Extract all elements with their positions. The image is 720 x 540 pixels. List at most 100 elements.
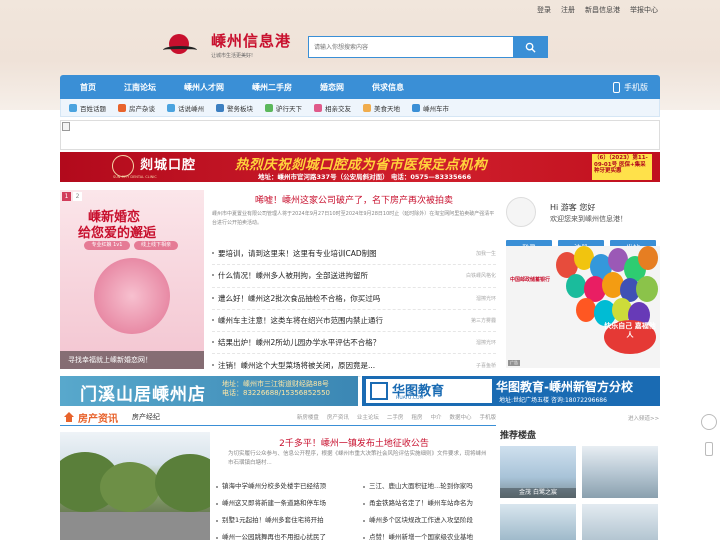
- recommend-title: 推荐楼盘: [500, 431, 537, 441]
- site-logo[interactable]: 嵊州信息港 让城市生活更美好!: [163, 30, 291, 59]
- login-link[interactable]: 登录: [537, 5, 551, 15]
- nav-second-hand-house[interactable]: 嵊州二手房: [238, 82, 306, 93]
- tab-broker[interactable]: 房产经纪: [132, 412, 160, 422]
- floating-toolbar: [698, 414, 720, 456]
- list-item[interactable]: 嵊州多个区块规改工作进入攻坚阶段: [363, 512, 498, 529]
- list-item[interactable]: 嵊州这又即将新建一条道路和停车场: [216, 495, 351, 512]
- broken-image-icon: [62, 122, 70, 131]
- news-row[interactable]: 结果出炉！嵊州2所幼儿园办学水平评估不合格？ 溜擦光环: [212, 332, 496, 355]
- section-link[interactable]: 房产资讯: [327, 413, 349, 421]
- list-item[interactable]: 嵊州一公园跳舞再也不用担心扰民了: [216, 529, 351, 540]
- dental-ad-banner[interactable]: 剡城口腔 SUN CITY DENTAL CLINIC 热烈庆祝剡城口腔成为省市…: [60, 152, 660, 182]
- slider-dot[interactable]: 1: [62, 192, 71, 201]
- bank-slogan: 快乐自己 嘉福他人: [604, 322, 656, 340]
- bike-icon: [265, 103, 273, 112]
- search-input[interactable]: [309, 37, 515, 57]
- huatu-ad-title: 华图教育-嵊州新智方分校: [496, 380, 633, 394]
- register-link[interactable]: 注册: [561, 5, 575, 15]
- news-title[interactable]: 注销！嵊州这个大型菜场将被关闭，原因竟是...: [212, 360, 375, 371]
- section-title[interactable]: 房产资讯: [78, 410, 118, 425]
- news-title[interactable]: 嵊州车主注意！这类车将在绍兴市范围内禁止通行: [212, 315, 383, 326]
- bank-ad[interactable]: 中国邮政储蓄银行 快乐自己 嘉福他人 广告: [506, 246, 660, 368]
- news-row[interactable]: 遭么好！嵊州这2批次食品抽检不合格，你买过吗 溜擦光环: [212, 288, 496, 310]
- property-card[interactable]: [582, 446, 658, 498]
- wechat-icon[interactable]: [701, 414, 717, 430]
- nav-dating[interactable]: 婚恋网: [306, 82, 358, 93]
- property-card[interactable]: [582, 504, 658, 540]
- huatu-logo: 华图教育 HUATU.COM: [366, 379, 492, 403]
- list-item[interactable]: 甬金铁路站名定了！嵊州车站命名为: [363, 495, 498, 512]
- phone-icon[interactable]: [705, 442, 713, 456]
- slider-title-line2: 给您爱的邂逅: [78, 226, 157, 241]
- slider-caption[interactable]: 寻找幸福就上嵊新婚恋网！: [60, 351, 204, 369]
- section-link[interactable]: 数据中心: [449, 413, 471, 421]
- section-link[interactable]: 手机版: [479, 413, 496, 421]
- logo-icon: [163, 32, 205, 58]
- news-title[interactable]: 遭么好！嵊州这2批次食品抽检不合格，你买过吗: [212, 293, 380, 304]
- section-link[interactable]: 中介: [430, 413, 441, 421]
- section-links: 新房楼盘 房产资讯 业主论坛 二手房 租房 中介 数据中心 手机版: [297, 413, 496, 421]
- news-row[interactable]: 嵊州车主注意！这类车将在绍兴市范围内禁止通行 第三方雾霾: [212, 310, 496, 333]
- report-center-link[interactable]: 举报中心: [630, 5, 658, 15]
- search-button[interactable]: [513, 37, 547, 57]
- subnav-item[interactable]: 嵊州车市: [412, 103, 449, 113]
- news-title[interactable]: 结果出炉！嵊州2所幼儿园办学水平评估不合格？: [212, 337, 380, 348]
- bank-name: 中国邮政储蓄银行: [510, 277, 551, 283]
- mobile-version-link[interactable]: 手机版: [613, 81, 660, 93]
- slider-pill: 专业红娘 1v1: [84, 241, 130, 250]
- image-slider[interactable]: 1 2 嵊新婚恋 给您爱的邂逅 专业红娘 1v1 线上线下相亲 寻找幸福就上嵊新…: [60, 190, 204, 369]
- news-summary: 嵊州市中夏置业有限公司管理人将于2024年9月27日10时至2024年9月28日…: [212, 211, 495, 226]
- list-item[interactable]: 点赞！嵊州新增一个国家级农业基地: [363, 529, 498, 540]
- subnav-item[interactable]: 警务板块: [216, 103, 253, 113]
- mobile-phone-icon: [613, 81, 620, 93]
- list-item[interactable]: 三江、鹿山大面积征地...轮到你家吗: [363, 478, 498, 495]
- list-item[interactable]: 别墅1元起拍！嵊州多套住宅将开拍: [216, 512, 351, 529]
- forum-subnav: 百姓话题 房产杂谈 话说嵊州 警务板块 驴行天下 相亲交友 美食天地 嵊州车市: [60, 99, 660, 117]
- news-headline[interactable]: 唏嘘！嵊州这家公司破产了，名下房产再次被拍卖: [212, 193, 496, 206]
- ad-label: 广告: [508, 360, 520, 366]
- news-title[interactable]: 什么情况！嵊州多人被刑拘，全部送进拘留所: [212, 270, 368, 281]
- subnav-item[interactable]: 驴行天下: [265, 103, 302, 113]
- slider-dot[interactable]: 2: [73, 192, 82, 201]
- house-icon: [64, 412, 74, 422]
- street-photo[interactable]: [60, 432, 210, 540]
- ad-slot-empty[interactable]: [60, 120, 660, 150]
- nav-supply-demand[interactable]: 供求信息: [358, 82, 418, 93]
- slider-pill: 线上线下相亲: [134, 241, 178, 250]
- feature-title[interactable]: 2千多平！嵊州一镇发布土地征收公告: [212, 436, 496, 449]
- section-more-link[interactable]: 进入频道>>: [628, 414, 659, 422]
- nav-home[interactable]: 首页: [60, 82, 110, 93]
- car-icon: [412, 103, 420, 112]
- subnav-item[interactable]: 话说嵊州: [167, 103, 204, 113]
- news-title[interactable]: 要培训，请到这里来！这里有专业培训CAD制图: [212, 248, 377, 259]
- list-item[interactable]: 镇海中学嵊州分校多处楼宇已经结顶: [216, 478, 351, 495]
- nav-forum[interactable]: 江南论坛: [110, 82, 170, 93]
- subnav-item[interactable]: 百姓话题: [69, 103, 106, 113]
- police-icon: [216, 103, 224, 112]
- dental-name: 剡城口腔: [140, 158, 197, 173]
- house-section-header: 房产资讯 房产经纪 新房楼盘 房产资讯 业主论坛 二手房 租房 中介 数据中心 …: [60, 409, 496, 426]
- xinchang-link[interactable]: 新昌信息港: [585, 5, 620, 15]
- news-row[interactable]: 要培训，请到这里来！这里有专业培训CAD制图 加我一生: [212, 243, 496, 266]
- section-link[interactable]: 二手房: [387, 413, 404, 421]
- section-link[interactable]: 租房: [411, 413, 422, 421]
- news-author: 溜擦光环: [475, 295, 496, 302]
- house-ad-title: 门溪山居嵊州店: [80, 385, 206, 405]
- subnav-item[interactable]: 房产杂谈: [118, 103, 155, 113]
- avatar[interactable]: [506, 197, 536, 227]
- main-nav: 首页 江南论坛 嵊州人才网 嵊州二手房 婚恋网 供求信息 手机版: [60, 75, 660, 99]
- huatu-ad-banner[interactable]: 华图教育 HUATU.COM 华图教育-嵊州新智方分校 地址:世纪广场五楼 咨询…: [362, 376, 660, 406]
- nav-jobs[interactable]: 嵊州人才网: [170, 82, 238, 93]
- news-author: 第三方雾霾: [470, 318, 496, 325]
- subnav-item[interactable]: 美食天地: [363, 103, 400, 113]
- ring-illustration: [94, 258, 170, 334]
- user-welcome: 欢迎您来到嵊州信息港！: [550, 215, 627, 223]
- property-card[interactable]: 金茂 白鹭之宸: [500, 446, 576, 498]
- news-row[interactable]: 什么情况！嵊州多人被刑拘，全部送进拘留所 白铁嵊风格化: [212, 265, 496, 288]
- house-ad-banner[interactable]: 门溪山居嵊州店 地址：嵊州市三江街道财经路88号 电话：83226688/153…: [60, 376, 358, 406]
- section-link[interactable]: 业主论坛: [357, 413, 379, 421]
- property-card[interactable]: [500, 504, 576, 540]
- section-link[interactable]: 新房楼盘: [297, 413, 319, 421]
- subnav-item[interactable]: 相亲交友: [314, 103, 351, 113]
- news-row[interactable]: 注销！嵊州这个大型菜场将被关闭，原因竟是... 子喜鱼桥: [212, 354, 496, 377]
